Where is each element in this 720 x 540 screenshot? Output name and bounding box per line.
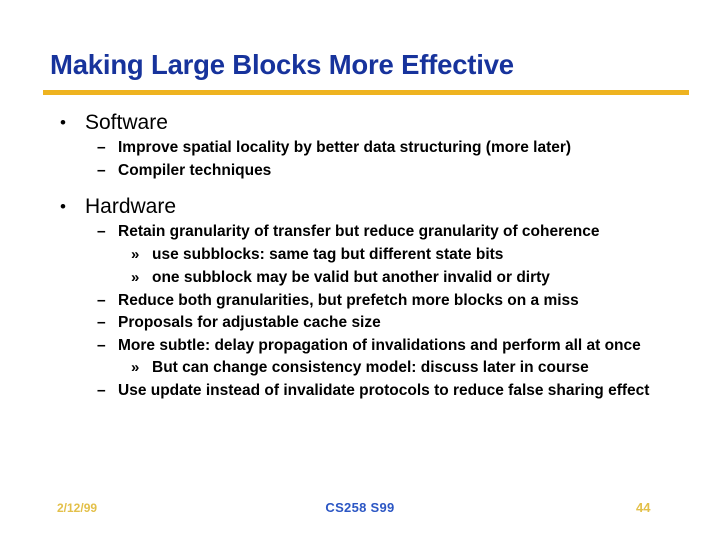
bullet-level3-consistency-model: » But can change consistency model: disc… <box>131 357 651 379</box>
bullet-text: Reduce both granularities, but prefetch … <box>118 291 579 309</box>
bullet-marker-level2-icon: – <box>97 336 106 354</box>
bullet-level3-use-subblocks: » use subblocks: same tag but different … <box>131 244 651 266</box>
bullet-marker-level3-icon: » <box>131 245 140 263</box>
bullet-level2-adjustable-cache-size: – Proposals for adjustable cache size <box>97 312 657 334</box>
bullet-level2-improve-spatial-locality: – Improve spatial locality by better dat… <box>97 137 657 159</box>
bullet-level2-reduce-both-granularities: – Reduce both granularities, but prefetc… <box>97 290 657 312</box>
bullet-marker-level3-icon: » <box>131 268 140 286</box>
page-title: Making Large Blocks More Effective <box>50 49 514 80</box>
bullet-level2-compiler-techniques: – Compiler techniques <box>97 160 657 182</box>
bullet-level2-retain-granularity: – Retain granularity of transfer but red… <box>97 221 657 243</box>
bullet-text: Retain granularity of transfer but reduc… <box>118 223 600 240</box>
bullet-marker-level3-icon: » <box>131 359 140 376</box>
bullet-level2-delay-propagation: – More subtle: delay propagation of inva… <box>97 335 657 357</box>
bullet-text: use subblocks: same tag but different st… <box>152 245 504 263</box>
footer-course-label: CS258 S99 <box>325 500 395 515</box>
footer-page-number: 44 <box>636 500 651 515</box>
bullet-marker-level1-icon: • <box>60 197 66 216</box>
bullet-level1-hardware: • Hardware <box>60 194 680 219</box>
bullet-text: More subtle: delay propagation of invali… <box>118 336 641 354</box>
bullet-text: Use update instead of invalidate protoco… <box>118 382 650 399</box>
bullet-level3-one-subblock-valid: » one subblock may be valid but another … <box>131 267 651 289</box>
bullet-marker-level2-icon: – <box>97 161 106 179</box>
bullet-marker-level2-icon: – <box>97 382 106 399</box>
bullet-marker-level2-icon: – <box>97 223 106 240</box>
bullet-marker-level2-icon: – <box>97 139 106 156</box>
bullet-marker-level2-icon: – <box>97 314 106 331</box>
bullet-text: Hardware <box>85 195 177 218</box>
slide-body: • Software – Improve spatial locality by… <box>0 106 720 402</box>
bullet-text: Software <box>85 111 168 134</box>
bullet-marker-level2-icon: – <box>97 291 106 309</box>
bullet-text: Proposals for adjustable cache size <box>118 314 381 331</box>
bullet-level1-software: • Software <box>60 110 680 135</box>
bullet-marker-level1-icon: • <box>60 113 66 132</box>
bullet-level2-update-instead-of-invalidate: – Use update instead of invalidate proto… <box>97 380 657 402</box>
bullet-text: But can change consistency model: discus… <box>152 359 589 376</box>
slide-canvas: Making Large Blocks More Effective • Sof… <box>0 0 720 540</box>
title-divider-rule <box>43 90 689 95</box>
bullet-text: Improve spatial locality by better data … <box>118 139 572 156</box>
bullet-text: one subblock may be valid but another in… <box>152 268 550 286</box>
bullet-text: Compiler techniques <box>118 161 272 179</box>
